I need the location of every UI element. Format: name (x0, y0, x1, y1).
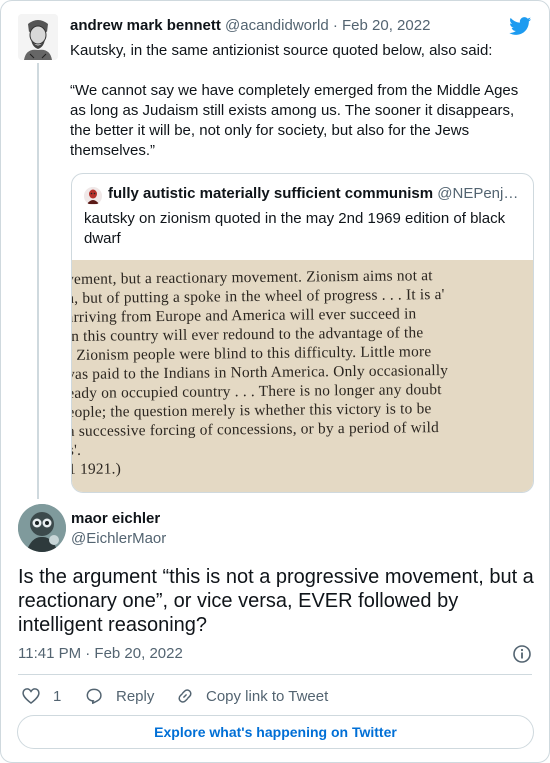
tweet-date[interactable]: Feb 20, 2022 (342, 17, 430, 34)
link-icon (178, 689, 192, 703)
quoted-tweet-header: fully autistic materially sufficient com… (108, 185, 522, 202)
reply-author-handle[interactable]: @EichlerMaor (71, 530, 166, 547)
twitter-bird-icon[interactable] (508, 15, 533, 37)
author-avatar[interactable] (18, 14, 58, 60)
quoted-author-handle: @NEPenj… (437, 185, 519, 202)
reply-bubble-icon (86, 688, 102, 704)
heart-icon (22, 688, 40, 705)
tweet-paragraph: Kautsky, in the same antizionist source … (70, 42, 493, 59)
copy-link-button[interactable]: Copy link to Tweet (176, 685, 328, 707)
copy-link-label: Copy link to Tweet (206, 687, 329, 705)
reply-author-name[interactable]: maor eichler (71, 510, 160, 527)
scanned-text: vement, but a reactionary movement. Zion… (72, 265, 533, 479)
divider (18, 674, 532, 675)
reply-label: Reply (116, 687, 155, 705)
reply-tweet-text: Is the argument “this is not a progressi… (18, 566, 534, 636)
quoted-tweet-image[interactable]: vement, but a reactionary movement. Zion… (72, 260, 533, 492)
explore-twitter-button[interactable]: Explore what's happening on Twitter (17, 715, 534, 749)
tweet-timestamp[interactable]: 11:41 PM · Feb 20, 2022 (18, 645, 183, 662)
quoted-author-avatar (84, 187, 102, 205)
quoted-tweet[interactable]: fully autistic materially sufficient com… (71, 173, 534, 493)
like-count: 1 (53, 687, 62, 705)
embedded-tweet-text: Kautsky, in the same antizionist source … (70, 41, 530, 181)
thread-line (37, 63, 39, 499)
reply-author-avatar[interactable] (18, 504, 66, 552)
separator-dot: · (332, 17, 338, 34)
quoted-author-name: fully autistic materially sufficient com… (108, 185, 434, 202)
author-name[interactable]: andrew mark bennett (70, 17, 221, 34)
quoted-tweet-text: kautsky on zionism quoted in the may 2nd… (84, 210, 506, 247)
reply-button[interactable]: Reply (84, 685, 154, 707)
scan-line: 1 1921.) (72, 460, 122, 478)
tweet-embed-card: andrew mark bennett @acandidworld · Feb … (0, 0, 550, 763)
embedded-tweet-header: andrew mark bennett @acandidworld · Feb … (70, 17, 430, 34)
info-icon[interactable] (512, 644, 532, 664)
tweet-paragraph: “We cannot say we have completely emerge… (70, 82, 519, 159)
author-handle[interactable]: @acandidworld (225, 17, 329, 34)
like-button[interactable]: 1 (21, 685, 61, 707)
explore-label: Explore what's happening on Twitter (154, 724, 397, 740)
